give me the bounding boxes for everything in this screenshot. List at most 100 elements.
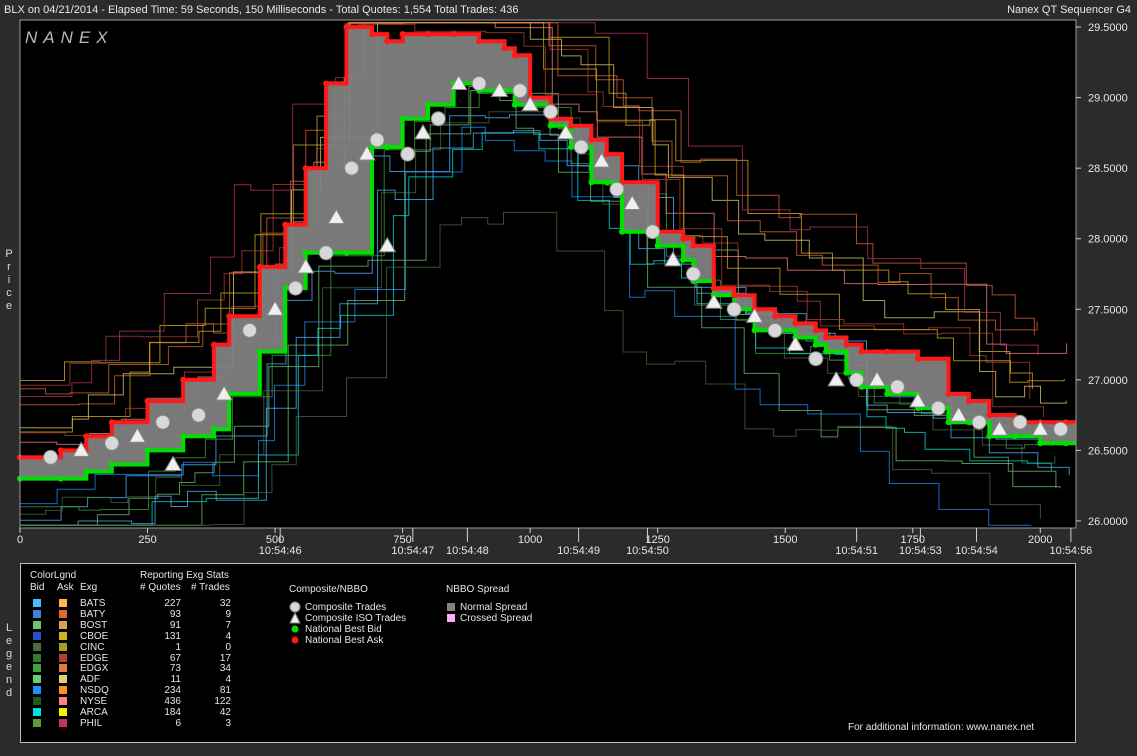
bid-color-swatch [33,642,41,651]
national-best-bid-point [302,249,309,256]
national-best-ask-point [772,313,778,320]
composite-trade-marker [104,435,120,451]
legend-panel: ColorLgnd Bid Ask Exg Reporting Exg Stats # Q… [20,563,1076,743]
bid-color-swatch [33,653,41,662]
national-best-ask-point [690,242,697,249]
y-tick-label: 27.0000 [1088,375,1128,387]
exchange-trade-count: 42 [219,707,231,718]
composite-legend-item: National Best Bid [305,624,382,635]
y-tick-label: 28.0000 [1088,234,1128,246]
exchange-trade-count: 122 [214,696,231,708]
national-best-ask-point [210,341,217,348]
nanex-logo: NANEX [25,28,114,47]
national-best-bid-point [425,101,432,108]
legend-header-exg: Exg [80,582,98,593]
y-tick-label: 26.5000 [1088,445,1128,457]
national-best-bid-point [680,256,687,263]
ask-color-swatch [59,631,67,640]
composite-trade-marker [242,322,258,338]
national-best-bid-point [843,369,850,376]
time-label: 10:54:46 [259,545,302,557]
composite-legend-item: National Best Ask [305,635,384,646]
time-label: 10:54:53 [899,545,942,557]
exchange-quote-count: 184 [164,707,181,718]
exchange-trade-count: 4 [225,630,231,642]
national-best-bid-point [654,242,661,249]
bid-color-swatch [33,631,41,640]
exchange-quote-count: 93 [169,608,181,620]
x-tick-label: 1500 [773,534,797,546]
exchange-trade-count: 0 [225,641,231,653]
national-best-bid-point [945,419,952,426]
national-best-ask-point [843,341,850,348]
composite-nbbo-title: Composite/NBBO [289,584,368,595]
national-best-ask-point [399,31,406,38]
national-best-ask-point [603,151,610,158]
national-best-ask-point [858,348,865,355]
ask-color-swatch [59,609,67,618]
exchange-trade-count: 81 [219,685,231,697]
ask-color-swatch [59,675,67,684]
exchange-trade-count: 9 [225,608,231,620]
exchange-name: CBOE [80,630,109,642]
exchange-name: NYSE [80,696,108,708]
national-best-ask-point [945,390,952,397]
composite-trade-marker [43,449,59,465]
composite-trade-marker [471,76,487,91]
composite-trade-marker [512,83,528,99]
national-best-ask-point [914,355,921,362]
x-tick-label: 1000 [518,534,542,546]
national-best-ask-point [144,398,151,404]
exchange-quote-count: 67 [169,652,181,664]
exchange-trade-count: 3 [225,717,231,729]
exchange-name: ARCA [80,707,108,718]
ask-color-swatch [59,697,67,706]
national-best-ask-icon [289,634,301,649]
ask-color-swatch [59,620,67,629]
national-best-ask-point [226,313,233,320]
spread-legend-item: Crossed Spread [460,613,533,624]
time-label: 10:54:47 [391,545,434,557]
y-tick-label: 29.0000 [1088,93,1128,105]
exchange-quote-count: 1 [175,641,181,653]
bid-color-swatch [33,697,41,706]
y-tick-label: 29.5000 [1088,22,1128,34]
national-best-bid-point [83,468,90,475]
composite-trade-marker [1053,421,1069,437]
exchange-name: CINC [80,641,105,653]
bid-color-swatch [33,620,41,629]
composite-trade-marker [609,181,625,197]
national-best-bid-point [588,179,595,186]
composite-trade-marker [1012,414,1028,430]
composite-trade-marker [645,224,661,240]
ask-color-swatch [59,642,67,651]
legend-header-bid: Bid [30,582,45,593]
national-best-ask-point [731,292,738,299]
exchange-quote-count: 234 [164,685,181,697]
exchange-quote-count: 6 [175,717,181,729]
national-best-ask-point [501,45,508,52]
composite-legend-item: Composite ISO Trades [305,613,407,624]
national-best-ask-point [282,221,289,228]
time-label: 10:54:48 [446,545,489,557]
national-best-bid-point [1037,440,1044,447]
time-label: 10:54:54 [955,545,998,557]
exchange-trade-count: 34 [219,663,231,675]
national-best-bid-point [619,228,625,235]
national-best-bid-point [568,144,574,150]
exchange-quote-count: 436 [164,696,181,708]
composite-trade-marker [726,301,742,317]
composite-trade-marker [808,351,824,367]
national-best-ask-point [588,136,595,143]
composite-trade-marker [767,322,783,338]
national-best-bid-point [210,426,217,433]
composite-trade-marker [971,414,987,430]
price-chart: 29.5000 29.0000 28.5000 28.0000 27.5000 27.00… [17,19,1128,557]
exchange-name: BATY [80,608,106,620]
time-label: 10:54:56 [1049,545,1092,557]
ask-color-swatch [59,718,67,727]
legend-header-colorlgnd: ColorLgnd [30,570,77,581]
exchange-name: BATS [80,598,106,609]
footer-info: For additional information: www.nanex.ne… [848,722,1035,733]
legend-header-trades: # Trades [191,582,230,593]
